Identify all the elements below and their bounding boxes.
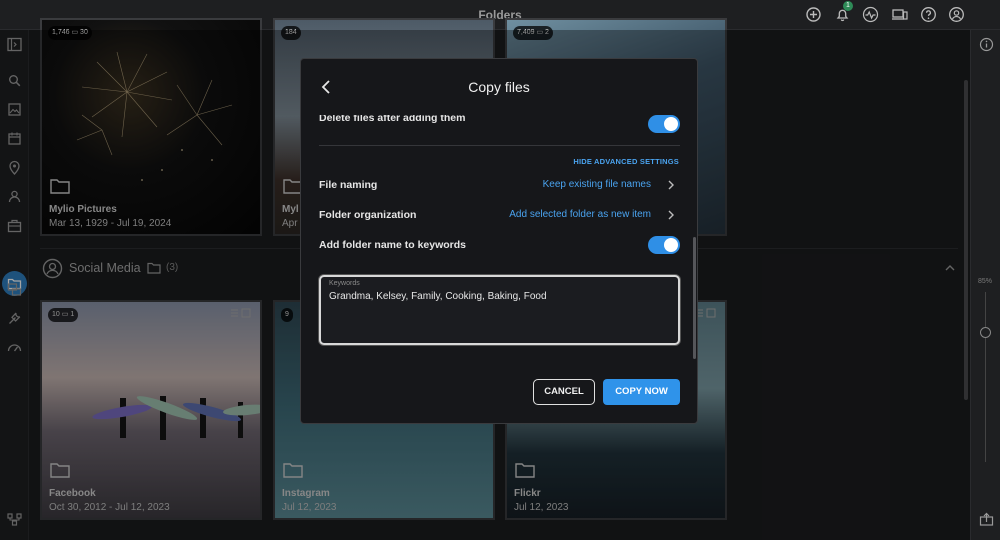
account-icon[interactable] <box>948 6 965 23</box>
help-icon[interactable] <box>920 6 937 23</box>
delete-files-label: Delete files after adding them <box>319 115 466 124</box>
keywords-field[interactable]: Keywords Grandma, Kelsey, Family, Cookin… <box>319 275 680 345</box>
file-naming-value[interactable]: Keep existing file names <box>543 179 651 190</box>
add-folder-name-toggle[interactable] <box>648 236 680 254</box>
hide-advanced-settings-link[interactable]: HIDE ADVANCED SETTINGS <box>573 157 679 166</box>
export-icon[interactable] <box>978 511 995 528</box>
notification-badge: 1 <box>843 1 853 11</box>
chevron-right-icon[interactable] <box>667 179 675 191</box>
cancel-button[interactable]: CANCEL <box>533 379 595 405</box>
file-naming-label: File naming <box>319 179 378 191</box>
settings-divider <box>319 145 680 146</box>
zoom-level-label: 85% <box>977 278 992 285</box>
delete-files-toggle[interactable] <box>648 115 680 133</box>
add-icon[interactable] <box>805 6 822 23</box>
right-rail <box>970 30 1000 540</box>
info-icon[interactable] <box>978 36 995 53</box>
dialog-title: Copy files <box>468 79 530 95</box>
dialog-scrollbar[interactable] <box>693 237 696 359</box>
keywords-value[interactable]: Grandma, Kelsey, Family, Cooking, Baking… <box>329 291 547 302</box>
bell-icon[interactable]: 1 <box>834 1 853 23</box>
copy-files-dialog: Copy files Delete files after adding the… <box>300 58 698 424</box>
activity-icon[interactable] <box>862 6 879 23</box>
chevron-right-icon[interactable] <box>667 209 675 221</box>
keywords-label: Keywords <box>329 280 360 287</box>
devices-icon[interactable] <box>891 6 908 23</box>
folder-organization-value[interactable]: Add selected folder as new item <box>509 209 651 220</box>
folder-organization-label: Folder organization <box>319 209 417 221</box>
add-folder-name-label: Add folder name to keywords <box>319 239 467 251</box>
zoom-slider-handle[interactable] <box>980 327 991 338</box>
copy-now-button[interactable]: COPY NOW <box>603 379 680 405</box>
zoom-slider-track[interactable] <box>985 292 986 462</box>
